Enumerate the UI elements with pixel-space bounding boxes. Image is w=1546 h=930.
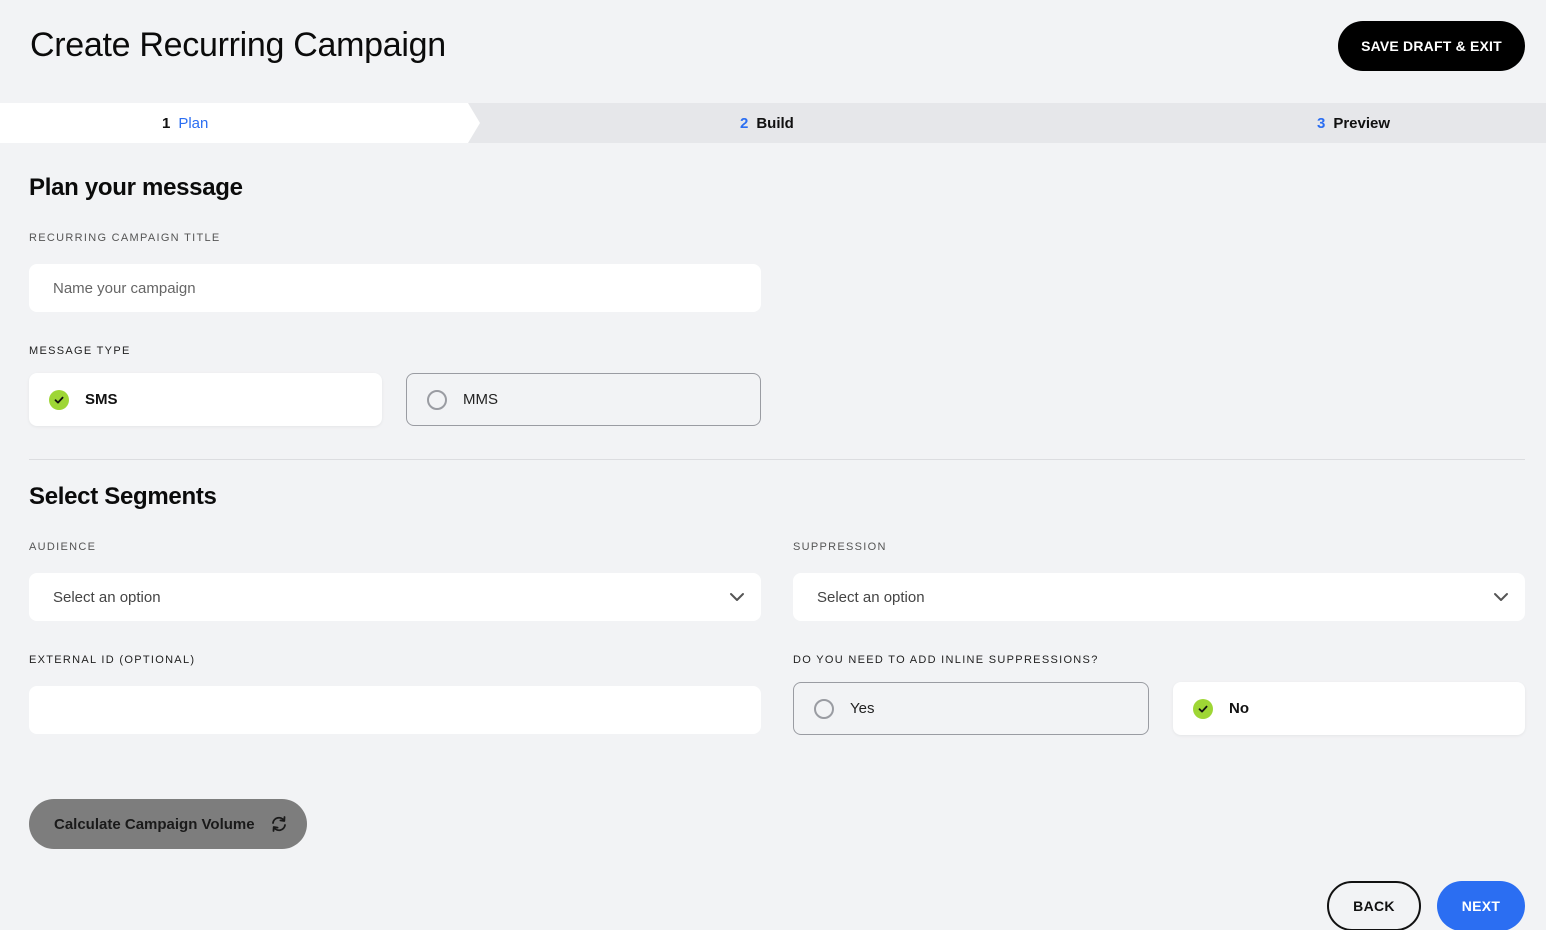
suppression-select[interactable]: Select an option	[793, 573, 1525, 621]
check-icon	[1193, 698, 1213, 719]
button-label: Calculate Campaign Volume	[54, 815, 255, 833]
next-button[interactable]: NEXT	[1437, 881, 1525, 930]
segments-section-title: Select Segments	[29, 483, 217, 510]
audience-select[interactable]: Select an option	[29, 573, 761, 621]
chevron-down-icon	[730, 593, 744, 601]
page-title: Create Recurring Campaign	[30, 26, 446, 64]
active-step-background	[0, 103, 480, 143]
option-label: SMS	[85, 391, 118, 408]
check-icon	[49, 389, 69, 410]
select-value: Select an option	[53, 588, 161, 606]
step-preview[interactable]: 3 Preview	[1317, 103, 1390, 143]
calculate-campaign-volume-button[interactable]: Calculate Campaign Volume	[29, 799, 307, 849]
step-build[interactable]: 2 Build	[740, 103, 794, 143]
step-number: 1	[162, 114, 171, 132]
plan-section-title: Plan your message	[29, 174, 243, 201]
section-divider	[29, 459, 1525, 460]
inline-suppressions-label: DO YOU NEED TO ADD INLINE SUPPRESSIONS?	[793, 654, 1099, 666]
radio-empty-icon	[814, 698, 834, 719]
campaign-title-input[interactable]	[29, 264, 761, 312]
option-label: Yes	[850, 700, 875, 717]
message-type-label: MESSAGE TYPE	[29, 345, 131, 357]
option-label: MMS	[463, 391, 498, 408]
step-label: Build	[756, 114, 794, 132]
external-id-label: EXTERNAL ID (OPTIONAL)	[29, 654, 196, 666]
message-type-mms-option[interactable]: MMS	[406, 373, 761, 426]
audience-label: AUDIENCE	[29, 541, 97, 553]
campaign-title-label: RECURRING CAMPAIGN TITLE	[29, 232, 221, 244]
save-draft-exit-button[interactable]: SAVE DRAFT & EXIT	[1338, 21, 1525, 71]
step-plan[interactable]: 1 Plan	[162, 103, 208, 143]
step-label: Plan	[178, 114, 209, 132]
step-number: 3	[1317, 114, 1326, 132]
message-type-sms-option[interactable]: SMS	[29, 373, 382, 426]
suppression-label: SUPPRESSION	[793, 541, 887, 553]
select-value: Select an option	[817, 588, 925, 606]
step-label: Preview	[1333, 114, 1391, 132]
refresh-icon	[271, 816, 286, 832]
radio-empty-icon	[427, 389, 447, 410]
chevron-down-icon	[1494, 593, 1508, 601]
back-button[interactable]: BACK	[1327, 881, 1421, 930]
stepper: 1 Plan 2 Build 3 Preview	[0, 103, 1546, 143]
inline-suppressions-yes-option[interactable]: Yes	[793, 682, 1149, 735]
inline-suppressions-no-option[interactable]: No	[1173, 682, 1525, 735]
external-id-input[interactable]	[29, 686, 761, 734]
option-label: No	[1229, 700, 1249, 717]
step-number: 2	[740, 114, 749, 132]
